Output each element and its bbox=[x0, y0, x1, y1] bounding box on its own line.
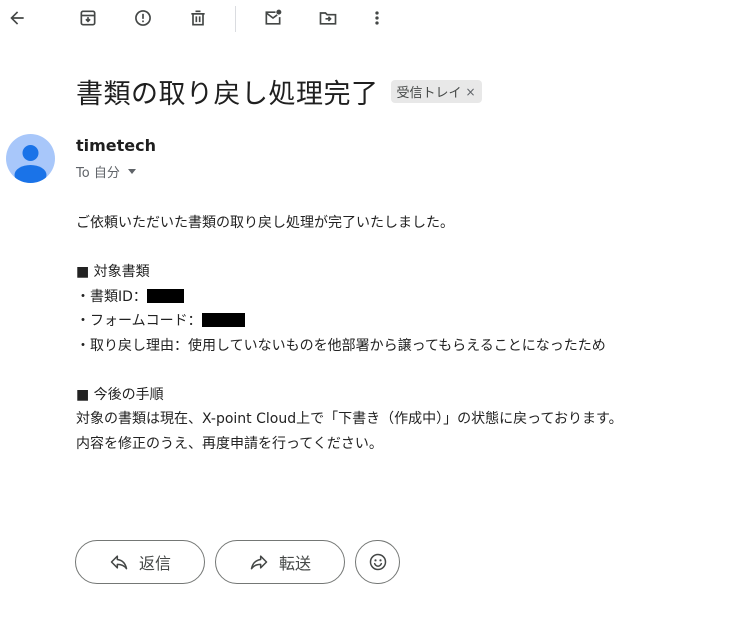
delete-icon bbox=[191, 10, 205, 26]
section-heading: ■ 今後の手順 bbox=[76, 386, 164, 403]
forward-icon bbox=[250, 555, 268, 570]
forward-label: 転送 bbox=[278, 554, 311, 573]
emoji-reaction-button[interactable] bbox=[355, 540, 400, 584]
more-options-icon bbox=[375, 11, 379, 25]
emoji-icon bbox=[369, 553, 386, 571]
archive-icon bbox=[80, 10, 96, 26]
mark-unread-button[interactable] bbox=[261, 6, 285, 30]
report-spam-icon bbox=[135, 10, 151, 26]
body-intro: ご依頼いただいた書類の取り戻し処理が完了いたしました。 bbox=[76, 215, 454, 231]
redacted-block bbox=[146, 288, 184, 303]
person-icon bbox=[14, 145, 47, 183]
sender-avatar[interactable] bbox=[6, 134, 55, 183]
back-icon bbox=[10, 11, 24, 25]
archive-button[interactable] bbox=[76, 6, 100, 30]
form-code-label: ・フォームコード： bbox=[76, 313, 202, 329]
chevron-down-icon bbox=[127, 169, 136, 174]
subject-row: 書類の取り戻し処理完了 受信トレイ × bbox=[76, 72, 482, 111]
move-to-icon bbox=[319, 12, 337, 25]
toolbar-divider bbox=[235, 6, 236, 32]
reply-button[interactable]: 返信 bbox=[75, 540, 205, 584]
back-button[interactable] bbox=[5, 6, 29, 30]
email-body: ご依頼いただいた書類の取り戻し処理が完了いたしました。 ■ 対象書類 ・書類ID… bbox=[76, 211, 716, 456]
more-options-button[interactable] bbox=[365, 6, 389, 30]
forward-button[interactable]: 転送 bbox=[215, 540, 345, 584]
delete-button[interactable] bbox=[186, 6, 210, 30]
steps-line: 内容を修正のうえ、再度申請を行ってください。 bbox=[76, 435, 383, 452]
mark-unread-icon bbox=[265, 9, 282, 25]
steps-line: 対象の書類は現在、X-point Cloud上で「下書き（作成中）」の状態に戻っ… bbox=[76, 411, 623, 427]
recipient-details-toggle[interactable]: To 自分 bbox=[76, 162, 136, 181]
remove-label-button[interactable]: × bbox=[466, 85, 476, 99]
move-to-button[interactable] bbox=[316, 6, 340, 30]
inbox-label-chip[interactable]: 受信トレイ × bbox=[390, 80, 482, 103]
form-code-line: ・フォームコード： bbox=[76, 309, 716, 334]
report-spam-button[interactable] bbox=[131, 6, 155, 30]
label-text: 受信トレイ bbox=[396, 86, 462, 101]
email-subject: 書類の取り戻し処理完了 bbox=[76, 79, 379, 110]
redacted-block bbox=[201, 313, 245, 327]
recipient-text: To 自分 bbox=[76, 166, 120, 181]
message-toolbar bbox=[0, 0, 731, 40]
reason-line: ・取り戻し理由：使用していないものを他部署から譲ってもらえることになったため bbox=[76, 337, 606, 354]
section-heading: ■ 対象書類 bbox=[76, 264, 150, 280]
sender-name[interactable]: timetech bbox=[76, 136, 156, 155]
reply-icon bbox=[110, 555, 128, 570]
doc-id-label: ・書類ID： bbox=[76, 288, 147, 305]
doc-id-line: ・書類ID： bbox=[76, 285, 716, 310]
reply-label: 返信 bbox=[138, 554, 171, 573]
